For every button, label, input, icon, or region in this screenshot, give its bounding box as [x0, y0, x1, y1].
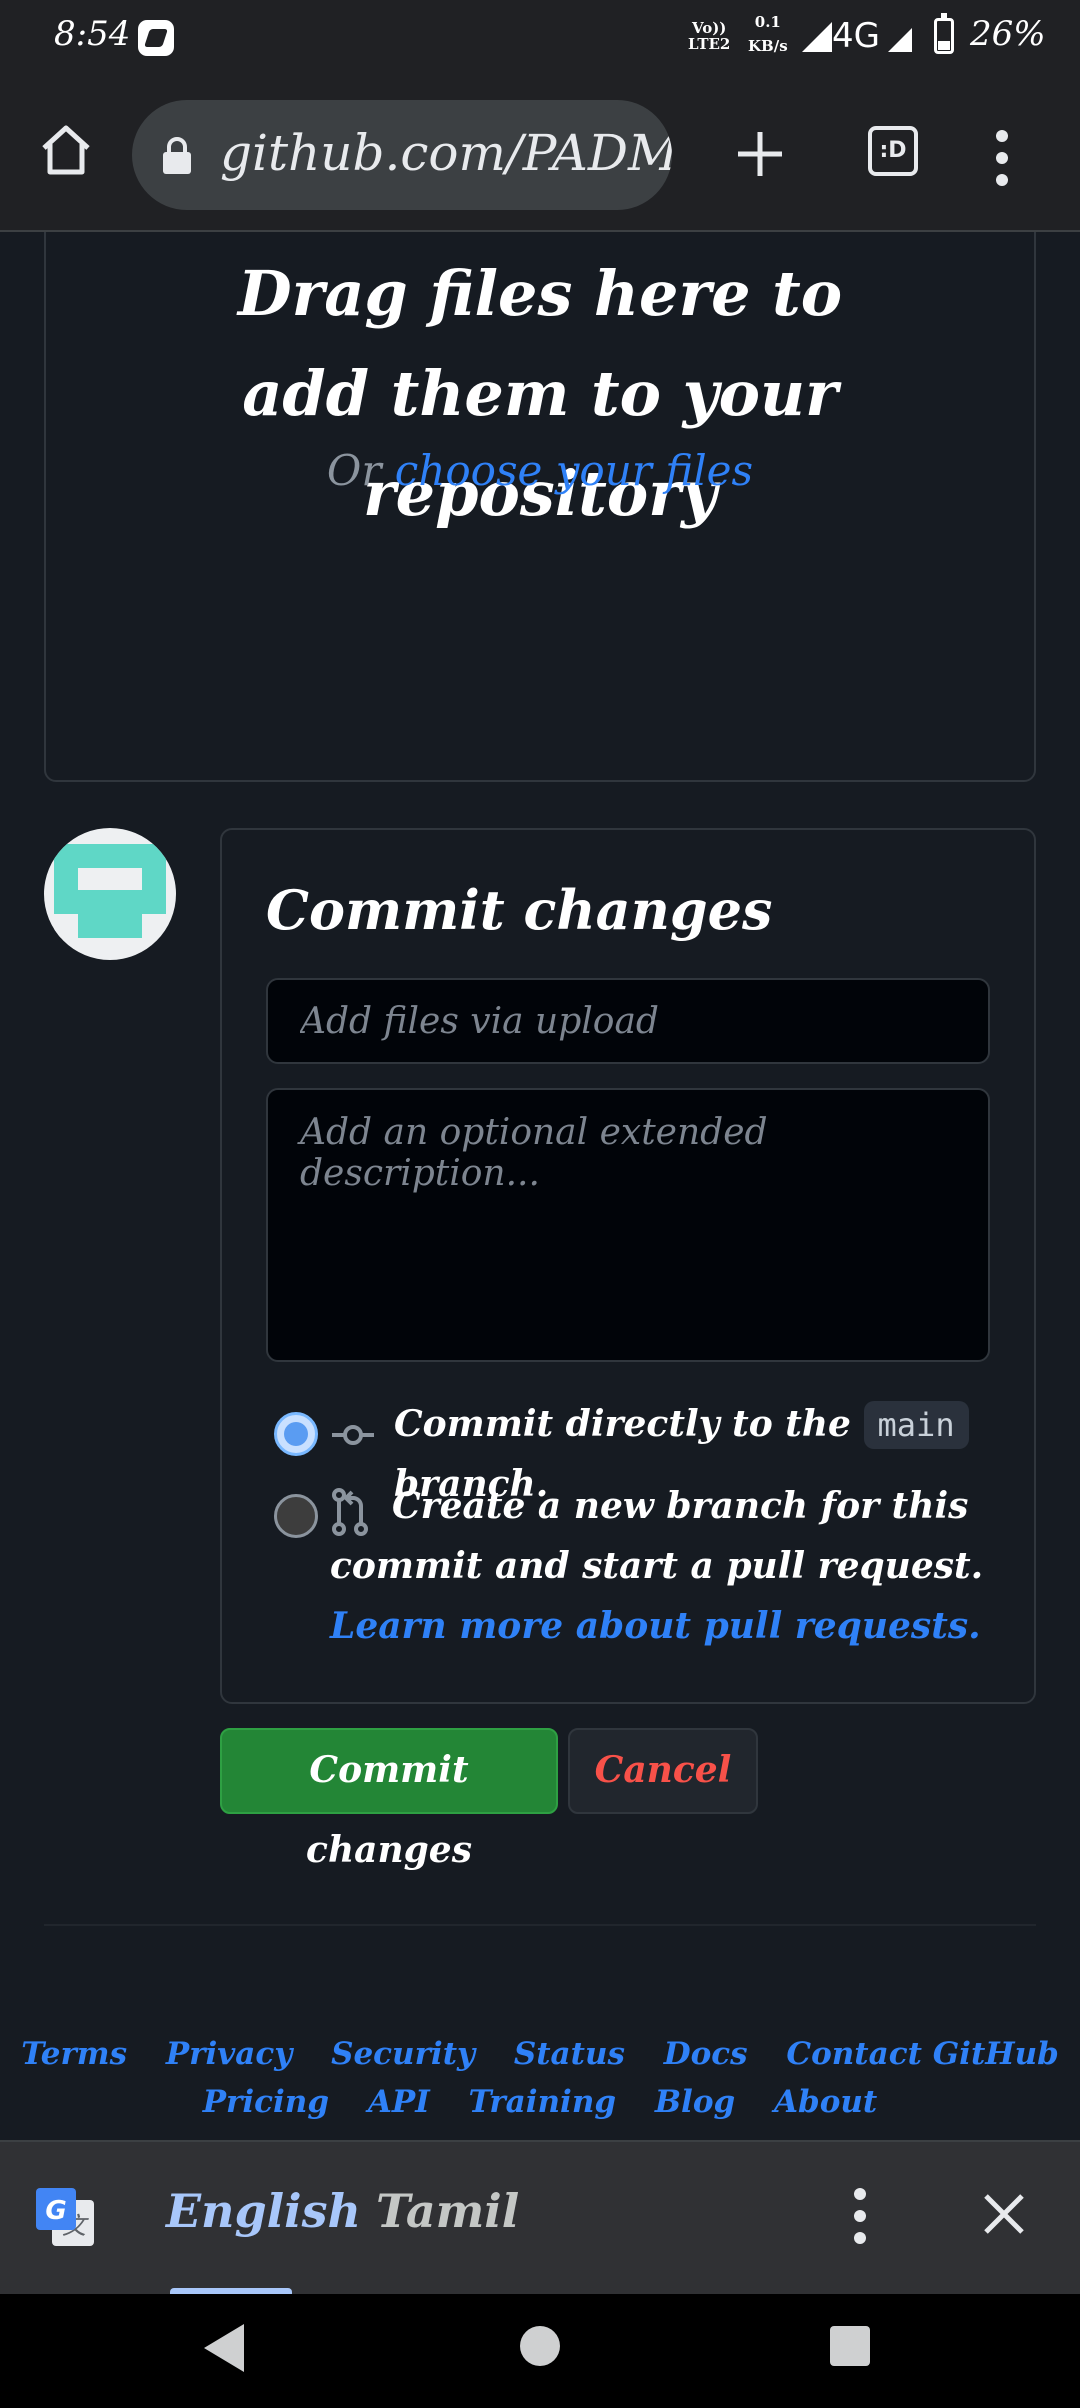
battery-percent: 26% [970, 14, 1046, 54]
home-nav-icon[interactable] [520, 2326, 560, 2366]
language-tab-tamil[interactable]: Tamil [376, 2184, 519, 2238]
new-tab-icon[interactable] [730, 124, 790, 184]
footer-link-about[interactable]: About [774, 2084, 877, 2120]
signal-icon [802, 22, 832, 52]
network-speed: 0.1 KB/s [748, 13, 788, 55]
footer-link-terms[interactable]: Terms [21, 2036, 127, 2072]
footer-link-api[interactable]: API [368, 2084, 430, 2120]
system-navigation-bar [0, 2294, 1080, 2408]
footer-link-contact[interactable]: Contact GitHub [786, 2036, 1058, 2072]
avatar [44, 828, 176, 960]
battery-icon [934, 13, 954, 54]
dropzone-title: Drag files here to add them to your repo… [237, 257, 843, 530]
network-type: 4G [832, 16, 880, 56]
commit-form: Commit changes Commit directly to the ma… [220, 828, 1036, 1704]
home-icon[interactable] [36, 120, 96, 180]
new-branch-label: Create a new branch for this commit and … [330, 1476, 1030, 1656]
footer-link-pricing[interactable]: Pricing [203, 2084, 329, 2120]
footer-link-status[interactable]: Status [514, 2036, 625, 2072]
browser-toolbar: github.com/PADMAP :D [0, 74, 1080, 232]
signal-2-icon [888, 28, 912, 52]
lock-icon [163, 137, 191, 174]
footer-links-row-2: Pricing API Training Blog About [0, 2084, 1080, 2120]
close-icon[interactable] [976, 2186, 1032, 2242]
learn-more-link[interactable]: Learn more about pull requests. [330, 1605, 981, 1647]
status-bar: 8:54 Vo)) LTE2 0.1 KB/s 4G 26% [0, 0, 1080, 74]
dropzone-subtitle: Or choose your files [46, 446, 1034, 495]
git-commit-icon [332, 1425, 374, 1445]
commit-description-input[interactable] [266, 1088, 990, 1362]
branch-name-code: main [863, 1401, 969, 1449]
app-notification-icon [138, 20, 174, 56]
tab-switcher-button[interactable]: :D [868, 126, 918, 176]
footer-link-privacy[interactable]: Privacy [166, 2036, 292, 2072]
footer-divider [44, 1924, 1036, 1926]
file-dropzone[interactable]: Drag files here to add them to your repo… [44, 232, 1036, 782]
commit-form-title: Commit changes [266, 878, 773, 942]
browser-menu-icon[interactable] [996, 130, 1008, 196]
commit-changes-button[interactable]: Commit changes [220, 1728, 558, 1871]
cancel-button[interactable]: Cancel [568, 1728, 758, 1814]
google-translate-icon: 文 G [36, 2188, 94, 2246]
volte-indicator: Vo)) LTE2 [688, 19, 731, 53]
commit-direct-prefix: Commit directly to the [394, 1403, 851, 1445]
back-icon[interactable] [204, 2324, 244, 2372]
svg-text:G: G [45, 2196, 66, 2226]
footer-link-docs[interactable]: Docs [664, 2036, 748, 2072]
radio-new-branch[interactable] [274, 1494, 318, 1538]
recents-icon[interactable] [830, 2326, 870, 2366]
footer-link-security[interactable]: Security [331, 2036, 475, 2072]
radio-commit-direct[interactable] [274, 1412, 318, 1456]
language-tab-english[interactable]: English [166, 2184, 361, 2238]
translate-bar: 文 G English Tamil [0, 2140, 1080, 2296]
footer-link-blog[interactable]: Blog [655, 2084, 735, 2120]
or-text: Or [326, 446, 382, 495]
translate-menu-icon[interactable] [854, 2188, 866, 2254]
choose-files-link[interactable]: choose your files [395, 446, 753, 495]
url-text: github.com/PADMAP [220, 124, 672, 182]
identicon-icon [54, 844, 166, 938]
address-bar[interactable]: github.com/PADMAP [132, 100, 672, 210]
commit-summary-input[interactable] [266, 978, 990, 1064]
footer-links-row-1: Terms Privacy Security Status Docs Conta… [0, 2036, 1080, 2072]
status-time: 8:54 [54, 14, 131, 54]
footer-link-training[interactable]: Training [469, 2084, 617, 2120]
new-branch-text: Create a new branch for this commit and … [330, 1485, 984, 1587]
page-content: Drag files here to add them to your repo… [0, 232, 1080, 2140]
